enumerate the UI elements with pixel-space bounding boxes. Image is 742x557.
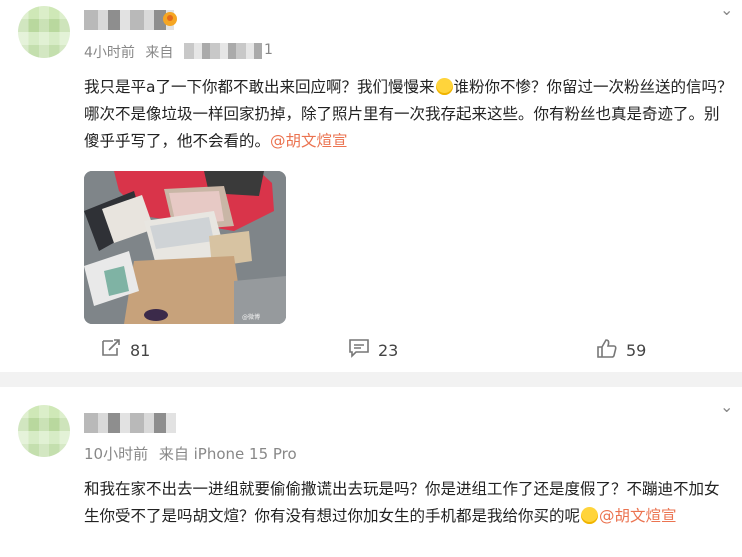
post-time: 10小时前 — [84, 445, 149, 463]
comment-icon — [348, 338, 370, 363]
chevron-down-icon[interactable]: ⌄ — [720, 0, 733, 19]
comment-count: 23 — [378, 340, 399, 360]
username-blurred[interactable] — [84, 413, 176, 433]
svg-text:@微博: @微博 — [242, 313, 260, 321]
post-meta: 4小时前 来自 — [84, 42, 173, 62]
post-meta: 10小时前 来自 iPhone 15 Pro — [84, 443, 297, 464]
like-icon — [596, 338, 618, 363]
post-text: 我只是平a了一下你都不敢出来回应啊？我们慢慢来 谁粉你不惨？你留过一次粉丝送的信吗… — [84, 74, 734, 155]
post-source-prefix: 来自 — [145, 45, 174, 61]
photo-letters-envelopes: @微博 — [84, 171, 286, 324]
like-count: 59 — [626, 340, 647, 360]
avatar[interactable] — [18, 6, 70, 58]
post-source-blurred — [184, 43, 262, 59]
post-source: 来自 iPhone 15 Pro — [158, 445, 297, 463]
username-blurred[interactable] — [84, 10, 174, 30]
smile-emoji-icon — [435, 78, 453, 95]
comment-button[interactable]: 23 — [348, 333, 398, 367]
chevron-down-icon[interactable]: ⌄ — [720, 397, 733, 416]
post-time: 4小时前 — [84, 45, 135, 61]
post-source-tail: 1 — [264, 42, 273, 58]
post-text-part1: 我只是平a了一下你都不敢出来回应啊？我们慢慢来 — [84, 78, 435, 96]
weibo-post-2: ⌄ 10小时前 来自 iPhone 15 Pro 和我在家不出去一进组就要偷偷撒… — [0, 387, 742, 557]
avatar[interactable] — [18, 405, 70, 457]
weibo-post-1: ⌄ 4小时前 来自 1 我只是平a了一下你都不敢出来回应啊？我们慢慢来 谁粉你不惨… — [0, 0, 742, 372]
smile-emoji-icon — [581, 507, 599, 524]
vip-badge-icon — [163, 12, 177, 26]
post-separator — [0, 372, 742, 387]
mention-link[interactable]: @胡文煊宣 — [599, 507, 677, 525]
repost-count: 81 — [130, 340, 151, 360]
post-photo[interactable]: @微博 — [84, 171, 286, 324]
repost-button[interactable]: 81 — [100, 333, 150, 367]
repost-icon — [100, 338, 122, 363]
post-text: 和我在家不出去一进组就要偷偷撒谎出去玩是吗？你是进组工作了还是度假了？不蹦迪不加… — [84, 476, 734, 530]
like-button[interactable]: 59 — [596, 333, 646, 367]
mention-link[interactable]: @胡文煊宣 — [270, 132, 348, 150]
